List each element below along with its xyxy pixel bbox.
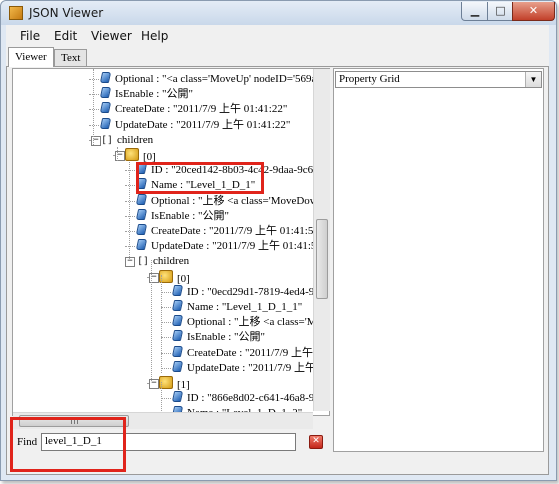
tree-node-property[interactable]: UpdateDate : "2011/7/9 上午 0 [171, 361, 325, 376]
menu-bar: File Edit Viewer Help [6, 25, 549, 47]
property-icon [99, 118, 112, 129]
tree-vertical-scroll-thumb[interactable] [316, 219, 328, 299]
tree-node-property[interactable]: UpdateDate : "2011/7/9 上午 01:41:22" [99, 118, 291, 133]
tree-node-label: Name : "Level_1_D_1_1" [187, 301, 303, 313]
array-icon: [] [101, 135, 114, 146]
tree-node-label: children [153, 255, 190, 267]
tree-node-property[interactable]: Optional : "上移 <a class='Mo [171, 315, 322, 330]
tree-horizontal-scrollbar[interactable] [13, 412, 313, 429]
tree-node-label: Optional : "<a class='MoveUp' nodeID='56… [115, 73, 328, 85]
tree-node-property[interactable]: Name : "Level_1_D_1_1" [171, 300, 303, 315]
title-bar[interactable]: JSON Viewer ▁ □ ✕ [1, 1, 556, 25]
property-icon [135, 178, 148, 189]
tree-node-label: [0] [143, 151, 156, 163]
tree-node-label: UpdateDate : "2011/7/9 上午 0 [187, 362, 325, 374]
tab-text[interactable]: Text [54, 49, 88, 66]
menu-edit[interactable]: Edit [54, 29, 77, 43]
tree-node-property[interactable]: IsEnable : "公開" [99, 87, 194, 102]
tree-node-property[interactable]: IsEnable : "公開" [135, 209, 230, 224]
menu-viewer[interactable]: Viewer [91, 29, 132, 43]
property-icon [135, 224, 148, 235]
property-icon [171, 391, 184, 402]
tab-viewer[interactable]: Viewer [8, 47, 54, 67]
tree-horizontal-scroll-thumb[interactable] [19, 415, 129, 427]
property-icon [171, 285, 184, 296]
tree-node-label: IsEnable : "公開" [115, 88, 194, 100]
tree-node-property[interactable]: ID : "866e8d02-c641-46a8-94- [171, 391, 324, 406]
tree-node-label: Optional : "上移 <a class='Mo [187, 316, 322, 328]
object-icon [125, 148, 139, 161]
maximize-button[interactable]: □ [487, 2, 514, 21]
property-icon [135, 194, 148, 205]
clear-find-icon[interactable]: ✕ [309, 435, 323, 449]
property-icon [99, 102, 112, 113]
property-icon [135, 163, 148, 174]
tree-node-label: UpdateDate : "2011/7/9 上午 01:41:22" [115, 119, 291, 131]
tree-node-array[interactable]: [] children [137, 254, 189, 269]
tree-node-label: children [117, 134, 154, 146]
menu-file[interactable]: File [20, 29, 40, 43]
tree-node-property[interactable]: Optional : "上移 <a class='MoveDow [135, 194, 318, 209]
tree-node-array[interactable]: [] children [101, 133, 153, 148]
collapse-toggle-icon[interactable]: − [125, 257, 135, 267]
property-icon [171, 346, 184, 357]
tree-node-property[interactable]: CreateDate : "2011/7/9 上午 01:41:50" [135, 224, 324, 239]
property-icon [99, 72, 112, 83]
tree-node-label: IsEnable : "公開" [187, 331, 266, 343]
property-icon [99, 87, 112, 98]
tree-node-property[interactable]: CreateDate : "2011/7/9 上午 0 [171, 346, 322, 361]
json-tree-view[interactable]: Optional : "<a class='MoveUp' nodeID='56… [12, 68, 330, 416]
tree-node-label: [0] [177, 273, 190, 285]
tree-node-property[interactable]: ID : "20ced142-8b03-4c42-9daa-9c622 [135, 163, 325, 178]
tree-node-property[interactable]: ID : "0ecd29d1-7819-4ed4-93- [171, 285, 324, 300]
property-icon [135, 239, 148, 250]
tree-node-label: Optional : "上移 <a class='MoveDow [151, 195, 318, 207]
tree-node-object[interactable]: [0] [125, 148, 156, 163]
tree-node-property[interactable]: IsEnable : "公開" [171, 330, 266, 345]
tree-node-label: ID : "866e8d02-c641-46a8-94- [187, 392, 324, 404]
property-icon [171, 361, 184, 372]
tree-node-property[interactable]: CreateDate : "2011/7/9 上午 01:41:22" [99, 102, 288, 117]
tree-node-label: [1] [177, 379, 190, 391]
property-grid-panel[interactable] [333, 68, 544, 452]
tree-node-label: ID : "20ced142-8b03-4c42-9daa-9c622 [151, 164, 325, 176]
tree-node-object[interactable]: [1] [159, 376, 190, 391]
window-title: JSON Viewer [29, 6, 104, 20]
tree-node-label: IsEnable : "公開" [151, 210, 230, 222]
array-icon: [] [137, 256, 150, 267]
tree-vertical-scrollbar[interactable] [313, 69, 330, 411]
find-label: Find [17, 436, 38, 448]
app-icon [9, 6, 23, 20]
property-icon [171, 330, 184, 341]
property-icon [171, 300, 184, 311]
property-icon [135, 209, 148, 220]
minimize-button[interactable]: ▁ [461, 2, 489, 21]
tree-node-label: UpdateDate : "2011/7/9 上午 01:41:50 [151, 240, 322, 252]
tree-node-property[interactable]: Optional : "<a class='MoveUp' nodeID='56… [99, 72, 328, 87]
tree-node-label: ID : "0ecd29d1-7819-4ed4-93- [187, 286, 324, 298]
tree-node-object[interactable]: [0] [159, 270, 190, 285]
tab-bar: Viewer Text [6, 47, 549, 67]
tree-node-label: CreateDate : "2011/7/9 上午 01:41:22" [115, 103, 288, 115]
tree-node-property[interactable]: UpdateDate : "2011/7/9 上午 01:41:50 [135, 239, 322, 254]
find-input[interactable]: level_1_D_1 [41, 433, 296, 451]
close-button[interactable]: ✕ [512, 2, 555, 21]
menu-help[interactable]: Help [141, 29, 168, 43]
tree-node-label: CreateDate : "2011/7/9 上午 01:41:50" [151, 225, 324, 237]
tree-node-label: Name : "Level_1_D_1" [151, 179, 256, 191]
property-icon [171, 315, 184, 326]
tree-node-property[interactable]: Name : "Level_1_D_1" [135, 178, 256, 193]
property-grid-selector[interactable]: Property Grid ▼ [335, 71, 542, 88]
tree-node-label: CreateDate : "2011/7/9 上午 0 [187, 347, 322, 359]
chevron-down-icon[interactable]: ▼ [525, 72, 541, 87]
property-grid-selected: Property Grid [339, 73, 400, 85]
